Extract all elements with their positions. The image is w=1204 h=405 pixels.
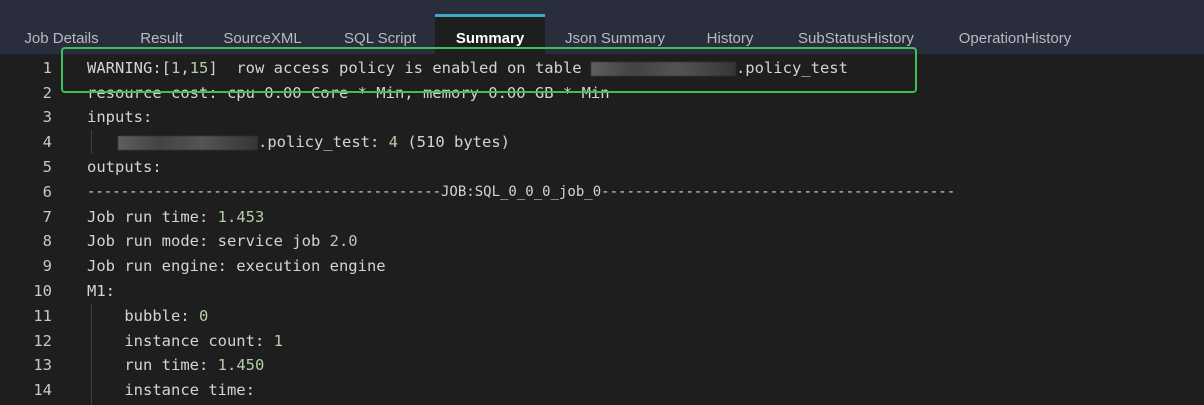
warning-highlight-box: [61, 47, 917, 93]
job-run-time: Job run time: 1.453: [87, 208, 265, 226]
line-number: 11: [33, 307, 52, 325]
job-separator: ----------------------------------------…: [87, 184, 956, 200]
code-line: 4 .policy_test: 4 (510 bytes): [0, 130, 1204, 155]
code-line: 11 bubble: 0: [0, 304, 1204, 329]
instance-count-stat: instance count: 1: [87, 332, 283, 350]
line-number: 4: [42, 133, 52, 151]
line-number: 13: [33, 356, 52, 374]
outputs-label: outputs:: [87, 158, 162, 176]
line-number: 12: [33, 332, 52, 350]
code-line: 7 Job run time: 1.453: [0, 205, 1204, 230]
line-number: 7: [42, 208, 52, 226]
line-number: 1: [42, 59, 52, 77]
instance-time-stat: instance time:: [87, 381, 255, 399]
inputs-label: inputs:: [87, 108, 153, 126]
line-number: 10: [33, 282, 52, 300]
line-number: 9: [42, 257, 52, 275]
job-run-engine: Job run engine: execution engine: [87, 257, 386, 275]
job-run-mode: Job run mode: service job 2.0: [87, 232, 358, 250]
stage-label: M1:: [87, 282, 115, 300]
code-line: 13 run time: 1.450: [0, 353, 1204, 378]
line-number: 14: [33, 381, 52, 399]
code-line: 5 outputs:: [0, 155, 1204, 180]
code-line: 8 Job run mode: service job 2.0: [0, 229, 1204, 254]
redacted-text: [118, 135, 258, 150]
summary-code-editor[interactable]: 1 WARNING:[1,15] row access policy is en…: [0, 55, 1204, 405]
bubble-stat: bubble: 0: [87, 307, 209, 325]
line-number: 6: [42, 183, 52, 201]
input-table-entry: .policy_test: 4 (510 bytes): [118, 130, 510, 155]
run-time-stat: run time: 1.450: [87, 356, 265, 374]
code-line: 6 --------------------------------------…: [0, 180, 1204, 205]
code-line: 3 inputs:: [0, 105, 1204, 130]
code-line: 9 Job run engine: execution engine: [0, 254, 1204, 279]
line-number: 3: [42, 108, 52, 126]
line-number: 2: [42, 84, 52, 102]
tab-operation-history[interactable]: OperationHistory: [937, 14, 1093, 55]
line-number: 8: [42, 232, 52, 250]
code-line: 10 M1:: [0, 279, 1204, 304]
code-line: 14 instance time:: [0, 378, 1204, 403]
line-number: 5: [42, 158, 52, 176]
code-line: 12 instance count: 1: [0, 329, 1204, 354]
